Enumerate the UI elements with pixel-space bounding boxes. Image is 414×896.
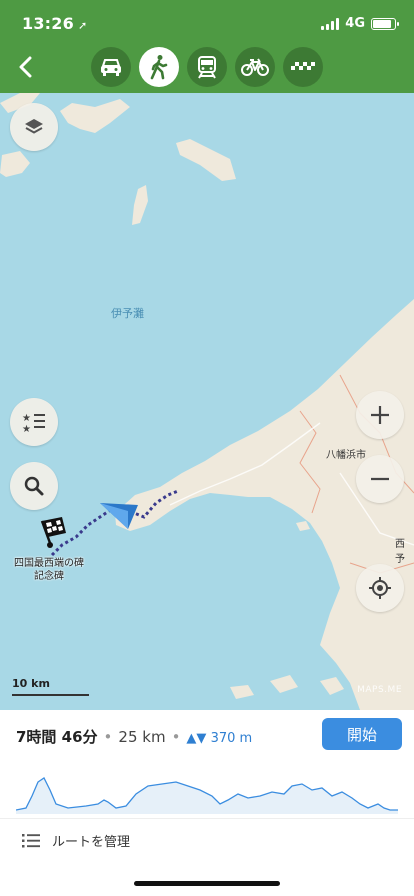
bookmarks-list-icon: ★ ★: [22, 413, 45, 433]
bicycle-icon: [241, 58, 269, 76]
location-arrow-icon: ➚: [77, 19, 88, 32]
destination-label: 四国最西端の碑 記念碑: [14, 558, 84, 582]
home-indicator[interactable]: [134, 881, 280, 886]
plus-icon: [371, 406, 389, 424]
layers-icon: [25, 119, 43, 134]
list-icon: [22, 833, 40, 847]
scale-label: 10 km: [12, 677, 50, 690]
mode-bicycle-button[interactable]: [235, 47, 275, 87]
chevron-left-icon: [19, 56, 32, 78]
destination-flag-icon: [40, 517, 66, 548]
network-type: 4G: [345, 16, 365, 31]
minus-icon: [371, 477, 389, 481]
scale-bar: [12, 694, 89, 696]
mode-walk-button[interactable]: [139, 47, 179, 87]
city-label-seiyo: 西予: [395, 539, 405, 565]
crosshair-icon: [369, 577, 391, 599]
mode-car-button[interactable]: [91, 47, 131, 87]
zoom-out-button[interactable]: [356, 455, 404, 503]
map-view[interactable]: 伊予灘 八幡浜市 西予 四国最西端の碑 記念碑 ★ ★ 10 km MAPS.M…: [0, 93, 414, 710]
search-button[interactable]: [10, 462, 58, 510]
mode-taxi-button[interactable]: [283, 47, 323, 87]
search-icon: [24, 476, 44, 496]
my-location-button[interactable]: [356, 564, 404, 612]
svg-text:★: ★: [22, 413, 31, 424]
walk-icon: [150, 55, 168, 80]
separator: •: [171, 728, 181, 746]
header-bar: 13:26 ➚ 4G: [0, 0, 414, 93]
car-icon: [101, 59, 121, 76]
layers-button[interactable]: [10, 103, 58, 151]
battery-icon: [371, 17, 399, 30]
route-duration: 7時間 46分: [16, 728, 98, 746]
status-indicators: 4G: [321, 16, 399, 31]
status-time: 13:26 ➚: [22, 14, 88, 33]
back-button[interactable]: [12, 52, 38, 82]
mode-train-button[interactable]: [187, 47, 227, 87]
transport-modes: [91, 47, 323, 87]
elevation-profile[interactable]: [16, 764, 398, 814]
signal-icon: [321, 17, 340, 30]
svg-text:★: ★: [22, 424, 31, 433]
start-button[interactable]: 開始: [322, 718, 402, 750]
sea-label: 伊予灘: [111, 307, 144, 320]
separator: •: [103, 728, 113, 746]
manage-route-row[interactable]: ルートを管理: [0, 818, 414, 862]
zoom-in-button[interactable]: [356, 391, 404, 439]
bookmarks-button[interactable]: ★ ★: [10, 398, 58, 446]
taxi-icon: [291, 62, 315, 70]
elevation-arrows-icon: ▲▼: [186, 731, 207, 746]
train-icon: [198, 56, 216, 79]
map-scale: 10 km: [12, 677, 89, 696]
route-panel: 7時間 46分 • 25 km • ▲▼ 370 m 開始 ルートを管理: [0, 710, 414, 896]
route-elevation: ▲▼ 370 m: [186, 731, 253, 746]
watermark: MAPS.ME: [357, 685, 402, 695]
route-summary: 7時間 46分 • 25 km • ▲▼ 370 m: [16, 726, 252, 747]
city-label-yawatahama: 八幡浜市: [326, 450, 366, 461]
map-canvas: [0, 93, 414, 710]
manage-route-label: ルートを管理: [52, 835, 131, 850]
route-distance: 25 km: [118, 728, 166, 746]
